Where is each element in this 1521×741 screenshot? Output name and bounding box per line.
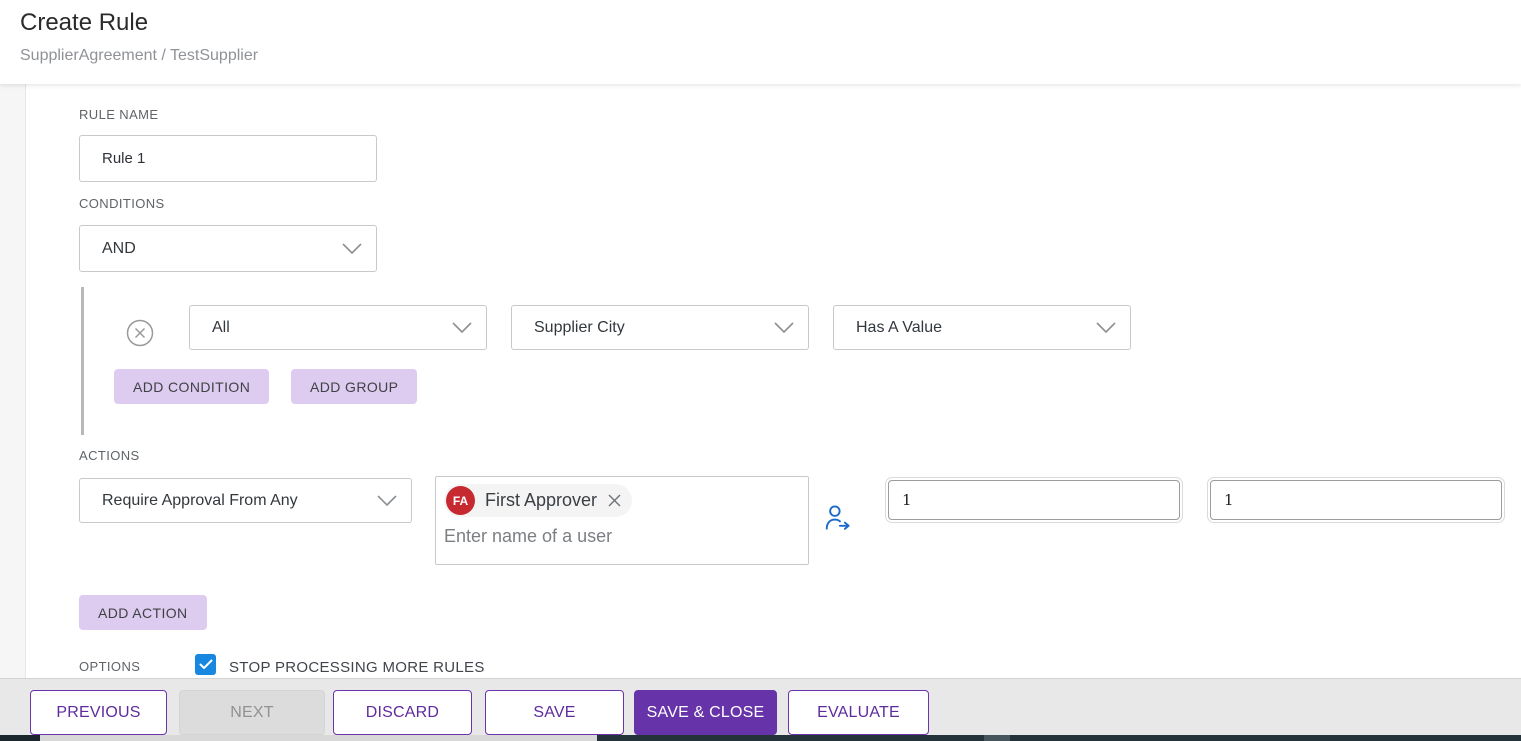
page-title: Create Rule [20,9,148,37]
action-type-select[interactable]: Require Approval From Any [79,478,412,523]
avatar: FA [446,486,475,515]
chevron-down-icon [377,495,397,507]
approver-chip[interactable]: FA First Approver [444,484,632,517]
approval-count-value-1: 1 [888,480,1180,520]
options-label: OPTIONS [79,659,140,674]
remove-condition-button[interactable] [126,319,154,347]
approval-count-value-2: 1 [1210,480,1502,520]
condition-comparison-select[interactable]: Has A Value [833,305,1131,350]
approval-count-input-1[interactable]: 1 [885,477,1183,523]
condition-group-line [81,287,84,435]
add-user-icon [823,503,853,533]
condition-scope-value: All [212,319,230,337]
approval-count-input-2[interactable]: 1 [1207,477,1505,523]
taskbar-sliver [1010,735,1521,741]
taskbar-sliver [597,735,984,741]
approver-search-input[interactable] [444,526,800,547]
left-gutter [0,84,26,678]
condition-field-select[interactable]: Supplier City [511,305,809,350]
add-action-button[interactable]: ADD ACTION [79,595,207,630]
chevron-down-icon [452,322,472,334]
approver-name: First Approver [485,490,597,511]
save-button[interactable]: SAVE [485,690,624,735]
action-type-value: Require Approval From Any [102,492,298,510]
footer-toolbar: PREVIOUS NEXT DISCARD SAVE SAVE & CLOSE … [0,678,1521,735]
condition-operator-select[interactable]: AND [79,225,377,272]
add-group-button[interactable]: ADD GROUP [291,369,417,404]
previous-button[interactable]: PREVIOUS [30,690,167,735]
chevron-down-icon [342,243,362,255]
taskbar-sliver [40,735,597,741]
remove-approver-button[interactable] [607,493,622,508]
close-icon [607,493,622,508]
rule-name-input[interactable] [79,135,377,182]
header: Create Rule SupplierAgreement / TestSupp… [0,0,1521,84]
breadcrumb: SupplierAgreement / TestSupplier [20,47,258,65]
condition-operator-value: AND [102,240,136,258]
evaluate-button[interactable]: EVALUATE [788,690,929,735]
remove-condition-icon [126,319,154,347]
actions-label: ACTIONS [79,448,140,463]
taskbar-sliver [0,735,40,741]
stop-processing-checkbox[interactable] [195,654,216,675]
condition-scope-select[interactable]: All [189,305,487,350]
condition-comparison-value: Has A Value [856,319,942,337]
approver-picker[interactable]: FA First Approver [435,476,809,565]
checkmark-icon [199,659,213,670]
next-button[interactable]: NEXT [179,690,325,735]
chevron-down-icon [774,322,794,334]
discard-button[interactable]: DISCARD [333,690,472,735]
taskbar-sliver [984,735,1010,741]
conditions-label: CONDITIONS [79,196,165,211]
add-user-button[interactable] [823,503,853,538]
save-and-close-button[interactable]: SAVE & CLOSE [634,690,777,735]
stop-processing-label: STOP PROCESSING MORE RULES [229,659,485,676]
condition-field-value: Supplier City [534,319,625,337]
rule-name-label: RULE NAME [79,107,158,122]
add-condition-button[interactable]: ADD CONDITION [114,369,269,404]
chevron-down-icon [1096,322,1116,334]
